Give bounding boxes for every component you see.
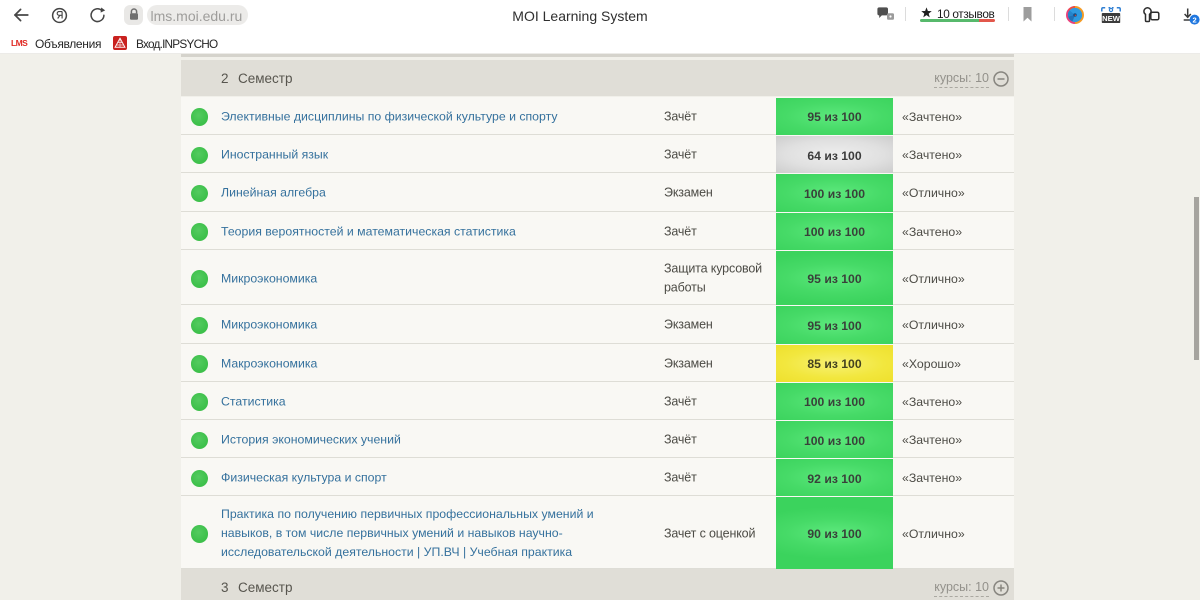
svg-text:NEW: NEW — [1102, 14, 1121, 23]
svg-text:2: 2 — [1193, 16, 1197, 25]
